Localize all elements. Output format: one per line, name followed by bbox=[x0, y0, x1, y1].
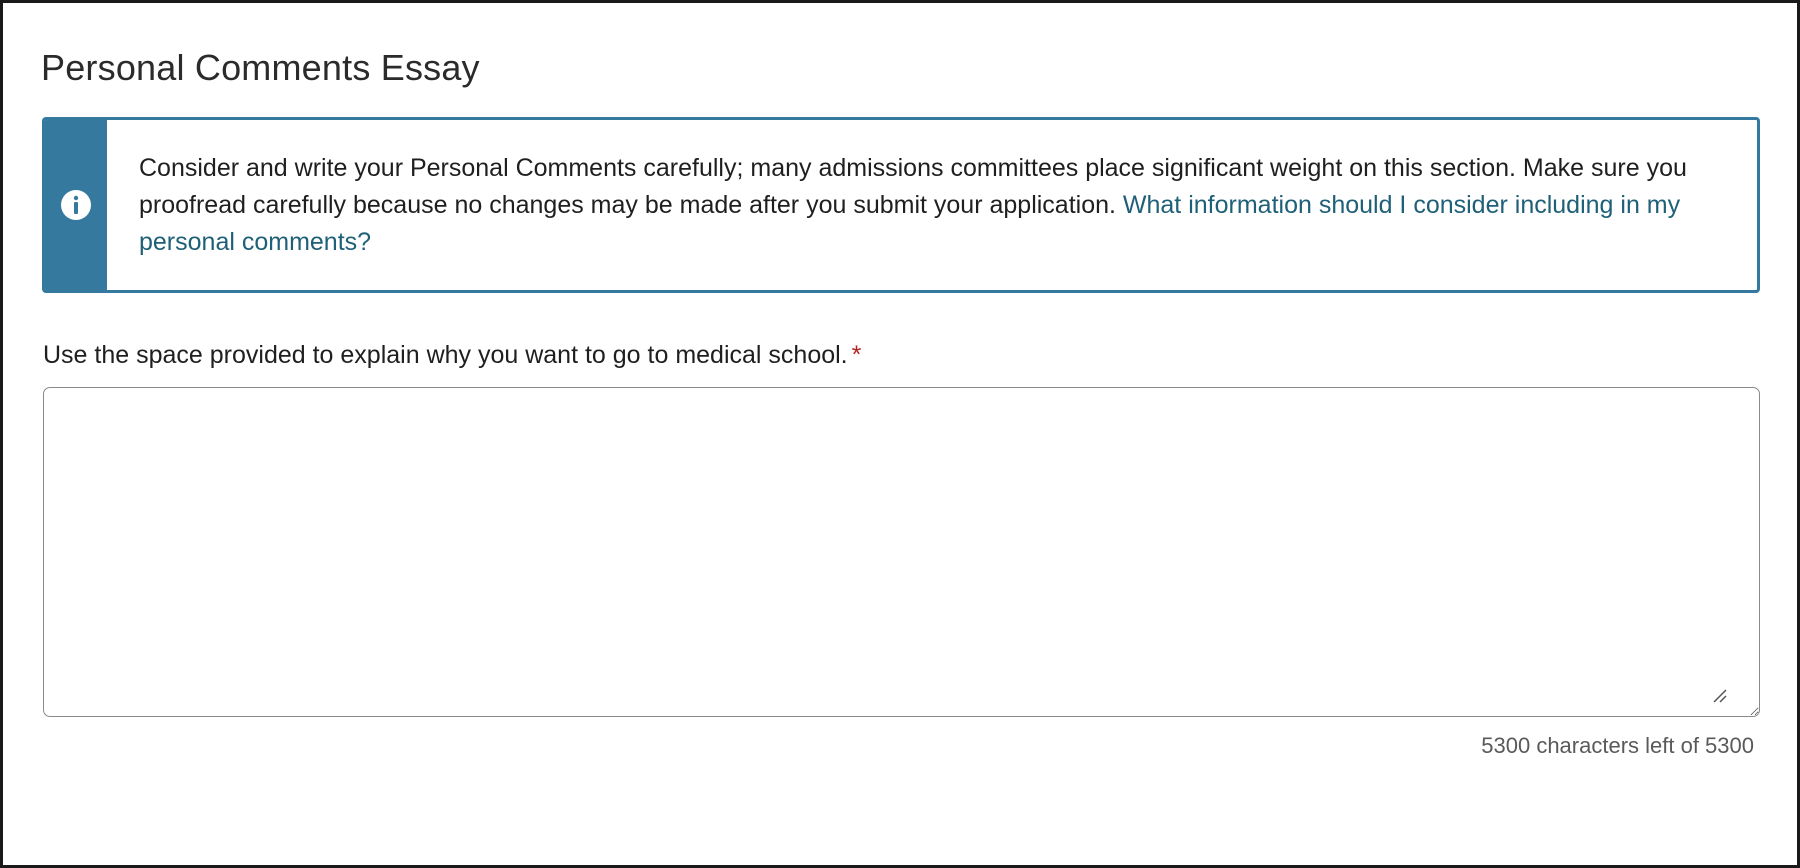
page-title: Personal Comments Essay bbox=[41, 47, 480, 88]
resize-handle-icon[interactable] bbox=[1711, 687, 1729, 705]
info-icon bbox=[61, 190, 91, 220]
info-callout: Consider and write your Personal Comment… bbox=[42, 117, 1760, 293]
required-marker: * bbox=[851, 341, 862, 369]
essay-textarea[interactable] bbox=[43, 387, 1760, 717]
page-frame: Personal Comments Essay Consider and wri… bbox=[0, 0, 1800, 868]
character-counter: 5300 characters left of 5300 bbox=[1481, 733, 1754, 758]
essay-field-label: Use the space provided to explain why yo… bbox=[43, 341, 861, 370]
info-callout-rail bbox=[45, 120, 107, 290]
info-callout-text: Consider and write your Personal Comment… bbox=[107, 120, 1757, 290]
essay-field-label-text: Use the space provided to explain why yo… bbox=[43, 341, 848, 369]
